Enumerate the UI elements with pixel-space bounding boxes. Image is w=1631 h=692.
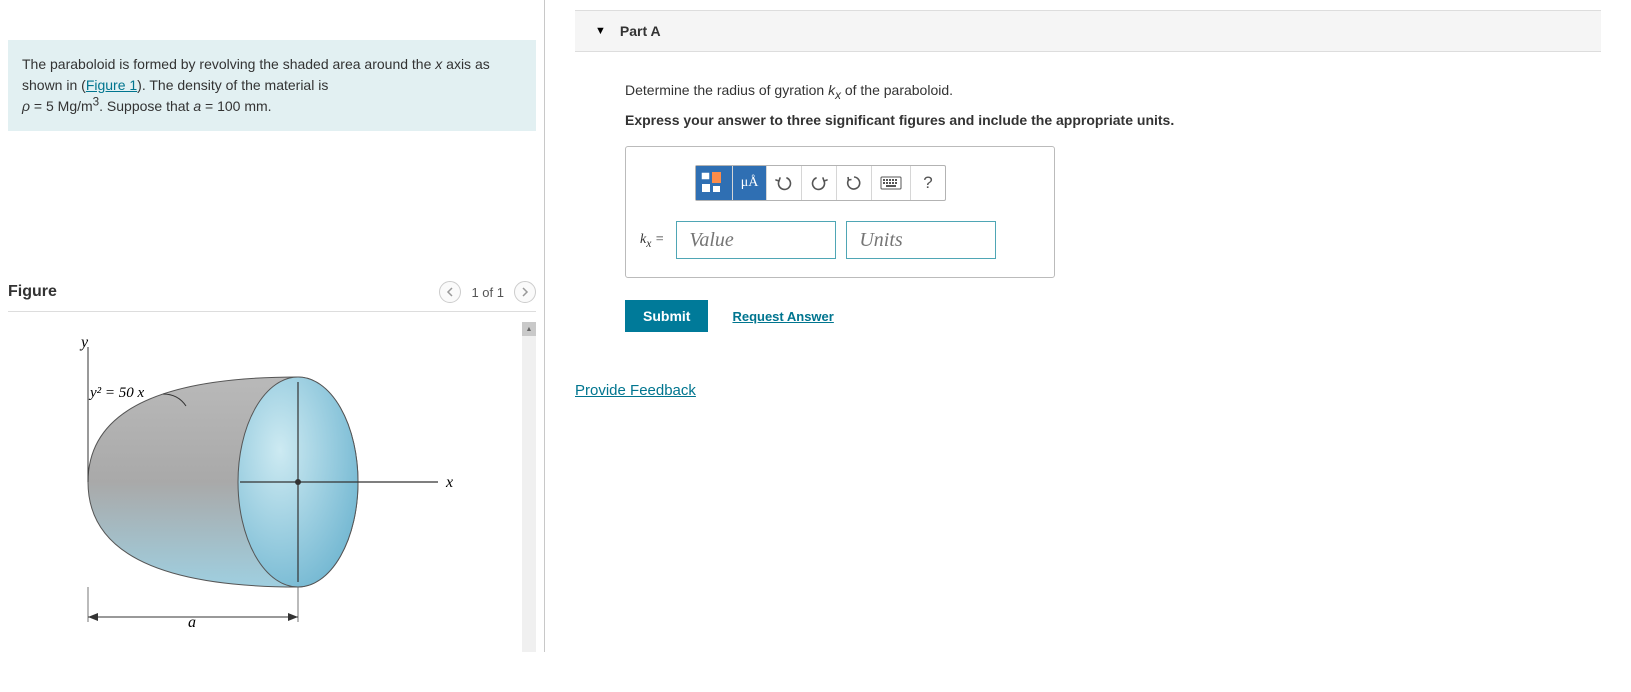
answer-instruction: Express your answer to three significant… [625,112,1545,128]
provide-feedback-link[interactable]: Provide Feedback [575,382,696,399]
x-axis-label: x [445,474,453,491]
figure-image: y x y² = 50 x a ▲ [8,322,536,652]
keyboard-icon [880,176,902,190]
value-input[interactable] [676,221,836,259]
figure-prev-button[interactable] [439,281,461,303]
figure-scrollbar[interactable]: ▲ [522,322,536,652]
undo-button[interactable] [767,166,802,200]
reset-icon [845,174,863,192]
units-icon: μÅ [741,175,759,191]
curve-equation: y² = 50 x [88,385,145,401]
units-input[interactable] [846,221,996,259]
redo-icon [810,175,828,191]
help-button[interactable]: ? [911,166,945,200]
kx-label: kx = [640,232,664,248]
figure-pager: 1 of 1 [439,281,536,303]
units-button[interactable]: μÅ [733,166,767,200]
answer-box: μÅ [625,146,1055,278]
request-answer-link[interactable]: Request Answer [732,309,833,324]
scroll-up-icon[interactable]: ▲ [522,322,536,336]
submit-button[interactable]: Submit [625,300,708,332]
figure-title: Figure [8,283,57,301]
keyboard-button[interactable] [872,166,911,200]
templates-button[interactable] [696,166,733,200]
figure-link[interactable]: Figure 1 [86,77,137,93]
figure-next-button[interactable] [514,281,536,303]
undo-icon [775,175,793,191]
y-axis-label: y [79,334,89,351]
part-label: Part A [620,23,661,39]
chevron-left-icon [446,287,454,297]
figure-counter: 1 of 1 [471,285,504,300]
problem-statement: The paraboloid is formed by revolving th… [8,40,536,131]
formatting-toolbar: μÅ [695,165,946,201]
redo-button[interactable] [802,166,837,200]
collapse-icon: ▼ [595,25,606,37]
chevron-right-icon [521,287,529,297]
templates-icon [700,172,728,194]
part-a-header[interactable]: ▼ Part A [575,10,1601,52]
a-dimension-label: a [188,614,196,631]
reset-button[interactable] [837,166,872,200]
question-prompt: Determine the radius of gyration kx of t… [625,82,1545,98]
